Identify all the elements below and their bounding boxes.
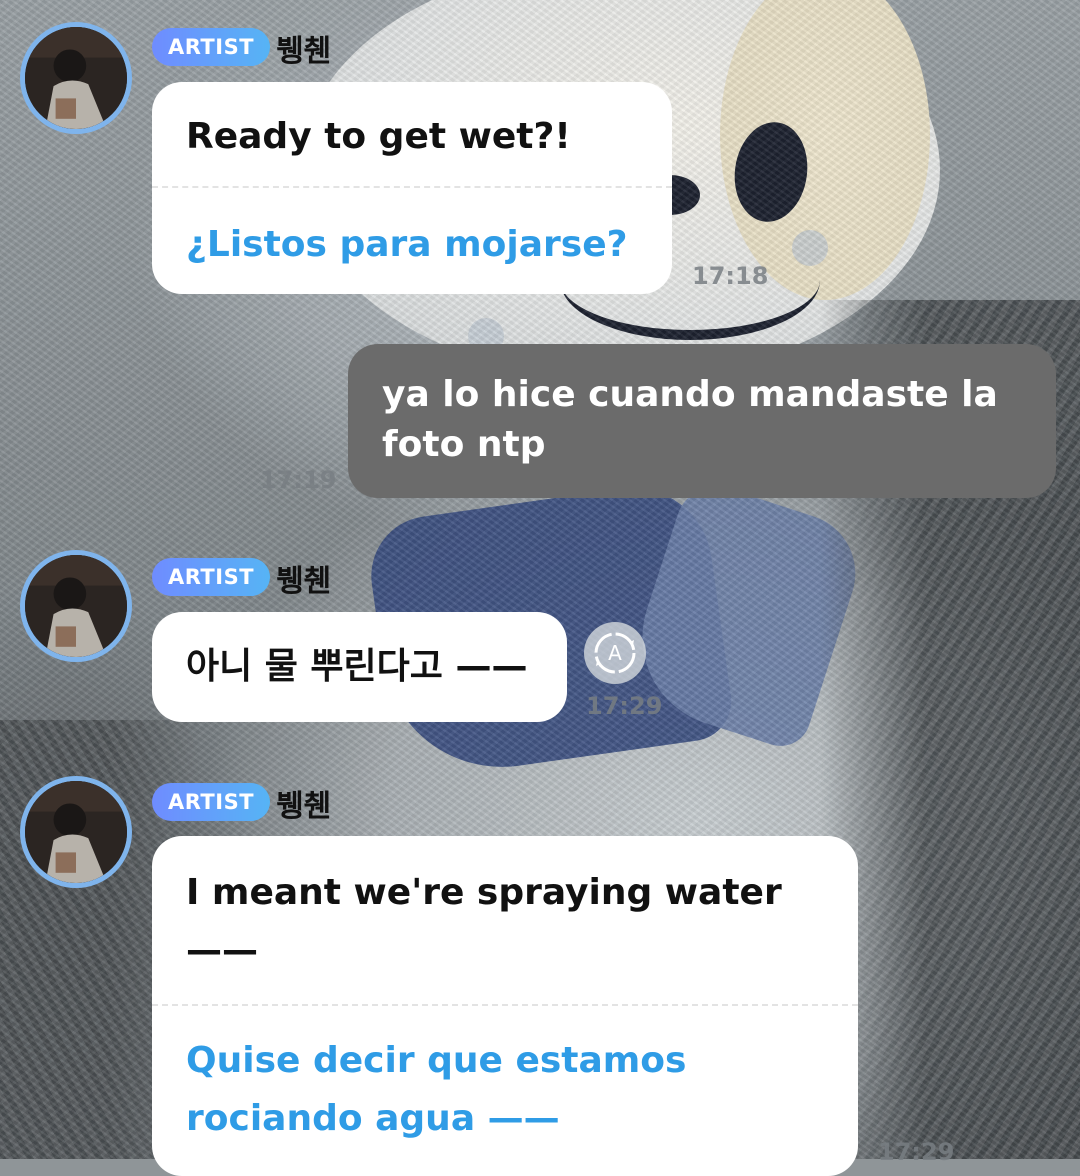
artist-badge: ARTIST xyxy=(152,558,270,596)
message-time: 17:18 xyxy=(692,262,769,290)
message-text: ya lo hice cuando mandaste la foto ntp xyxy=(382,374,998,465)
translation-divider xyxy=(152,1004,858,1006)
message-bubble[interactable]: Ready to get wet?! ¿Listos para mojarse? xyxy=(152,82,672,294)
translate-glyph-letter: A xyxy=(608,641,622,665)
translate-glyph: A xyxy=(594,632,636,674)
avatar-photo xyxy=(25,781,127,883)
translation-divider xyxy=(152,186,672,188)
message-bubble[interactable]: 아니 물 뿌린다고 —— xyxy=(152,612,567,722)
artist-name[interactable]: 뷍췐 xyxy=(276,26,331,70)
message-time: 17:19 xyxy=(260,466,337,494)
translation-text: ¿Listos para mojarse? xyxy=(186,224,628,265)
my-message-bubble[interactable]: ya lo hice cuando mandaste la foto ntp xyxy=(348,344,1056,498)
artist-badge: ARTIST xyxy=(152,783,270,821)
translation-text: Quise decir que estamos rociando agua —— xyxy=(186,1040,687,1139)
avatar-photo xyxy=(25,27,127,129)
artist-badge: ARTIST xyxy=(152,28,270,66)
message-text: Ready to get wet?! xyxy=(186,116,571,157)
artist-avatar[interactable] xyxy=(20,776,132,888)
artist-name[interactable]: 뷍췐 xyxy=(276,556,331,600)
message-text: I meant we're spraying water —— xyxy=(186,872,782,971)
message-time: 17:29 xyxy=(586,692,663,720)
message-bubble[interactable]: I meant we're spraying water —— Quise de… xyxy=(152,836,858,1176)
avatar-photo xyxy=(25,555,127,657)
artist-avatar[interactable] xyxy=(20,22,132,134)
auto-translate-icon[interactable]: A xyxy=(584,622,646,684)
artist-name[interactable]: 뷍췐 xyxy=(276,781,331,825)
message-time: 17:29 xyxy=(878,1138,955,1166)
message-text: 아니 물 뿌린다고 —— xyxy=(186,646,528,687)
artist-avatar[interactable] xyxy=(20,550,132,662)
